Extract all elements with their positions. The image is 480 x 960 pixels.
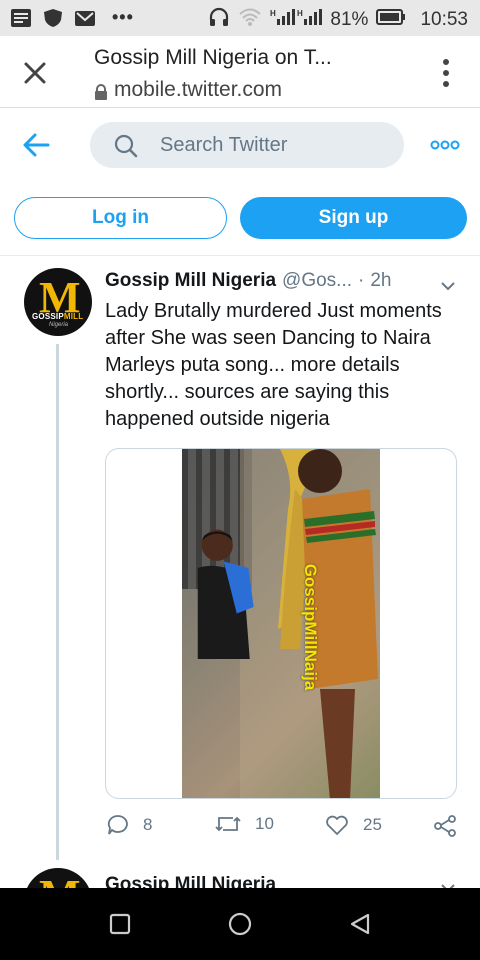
retweet-icon: [215, 816, 241, 832]
reply-icon: [107, 815, 128, 835]
tweet-menu-button[interactable]: [440, 278, 456, 291]
close-tab-button[interactable]: [20, 58, 50, 88]
url-bar[interactable]: mobile.twitter.com: [94, 78, 282, 102]
auth-bar: Log in Sign up: [0, 182, 480, 256]
avatar-logo-text: GOSSIPMILL: [32, 312, 84, 321]
square-icon: [109, 913, 131, 935]
status-bar: ••• HH 81% 10:53: [0, 0, 480, 36]
like-button[interactable]: 25: [325, 814, 382, 836]
recent-apps-button[interactable]: [108, 912, 132, 936]
mail-icon: [74, 8, 96, 28]
wifi-icon: [238, 7, 262, 33]
search-placeholder: Search Twitter: [160, 134, 288, 156]
svg-text:H: H: [270, 9, 276, 18]
back-button[interactable]: [22, 132, 50, 158]
next-tweet[interactable]: M Gossip Mill Nigeria: [0, 856, 480, 888]
share-icon: [434, 815, 456, 837]
tweet-actions: 8 10 25: [105, 814, 461, 840]
more-dots-icon: [430, 140, 460, 150]
search-icon: [114, 134, 138, 158]
browser-toolbar: Gossip Mill Nigeria on T... mobile.twitt…: [0, 36, 480, 108]
kebab-menu-icon: [443, 59, 449, 87]
avatar[interactable]: M: [24, 868, 92, 888]
notification-icon: [10, 8, 32, 28]
headphones-icon: [208, 6, 230, 34]
page-title: Gossip Mill Nigeria on T...: [94, 46, 332, 69]
shield-icon: [42, 8, 64, 28]
search-input[interactable]: Search Twitter: [90, 122, 404, 168]
twitter-header: Search Twitter: [0, 108, 480, 182]
lock-icon: [94, 82, 108, 100]
author-name[interactable]: Gossip Mill Nigeria: [105, 874, 276, 888]
chevron-down-icon: [441, 282, 455, 291]
clock: 10:53: [420, 9, 468, 30]
more-dots-icon: •••: [112, 7, 134, 27]
like-count: 25: [363, 815, 382, 834]
tweet-media[interactable]: GossipMillNaija: [105, 448, 457, 799]
home-button[interactable]: [228, 912, 252, 936]
browser-menu-button[interactable]: [442, 58, 450, 88]
tweet-text: Lady Brutally murdered Just moments afte…: [105, 300, 442, 430]
heart-icon: [326, 815, 348, 835]
reply-button[interactable]: 8: [107, 814, 152, 836]
battery-icon: [376, 8, 406, 32]
separator: ·: [358, 270, 365, 291]
signup-button[interactable]: Sign up: [240, 197, 467, 239]
share-button[interactable]: [433, 814, 457, 838]
photo-man: [197, 529, 254, 659]
tweet-header: Gossip Mill Nigeria @Gos... · 2h: [105, 270, 392, 292]
signal-icon: HH: [270, 7, 323, 33]
retweet-button[interactable]: 10: [215, 814, 274, 834]
retweet-count: 10: [255, 814, 274, 833]
login-button[interactable]: Log in: [14, 197, 227, 239]
more-options-button[interactable]: [430, 138, 460, 150]
thread-line: [56, 344, 59, 860]
media-watermark: GossipMillNaija: [301, 563, 320, 691]
system-nav-bar: [0, 888, 480, 960]
reply-count: 8: [143, 815, 153, 834]
author-handle[interactable]: @Gos...: [282, 270, 352, 292]
battery-percent: 81%: [330, 9, 369, 30]
avatar[interactable]: M GOSSIPMILL Nigeria: [24, 268, 92, 336]
tweet-time[interactable]: 2h: [370, 270, 391, 292]
url-text: mobile.twitter.com: [114, 78, 283, 101]
video-thumbnail[interactable]: GossipMillNaija: [182, 449, 380, 798]
back-nav-button[interactable]: [348, 912, 372, 936]
triangle-back-icon: [350, 913, 370, 935]
back-arrow-icon: [23, 133, 50, 157]
tweet-menu-button[interactable]: [440, 880, 456, 888]
author-name[interactable]: Gossip Mill Nigeria: [105, 270, 276, 292]
avatar-logo-subtext: Nigeria: [49, 322, 69, 328]
close-icon: [24, 62, 46, 84]
circle-icon: [228, 912, 252, 936]
svg-text:H: H: [297, 9, 303, 18]
tweet[interactable]: M GOSSIPMILL Nigeria Gossip Mill Nigeria…: [0, 256, 480, 860]
